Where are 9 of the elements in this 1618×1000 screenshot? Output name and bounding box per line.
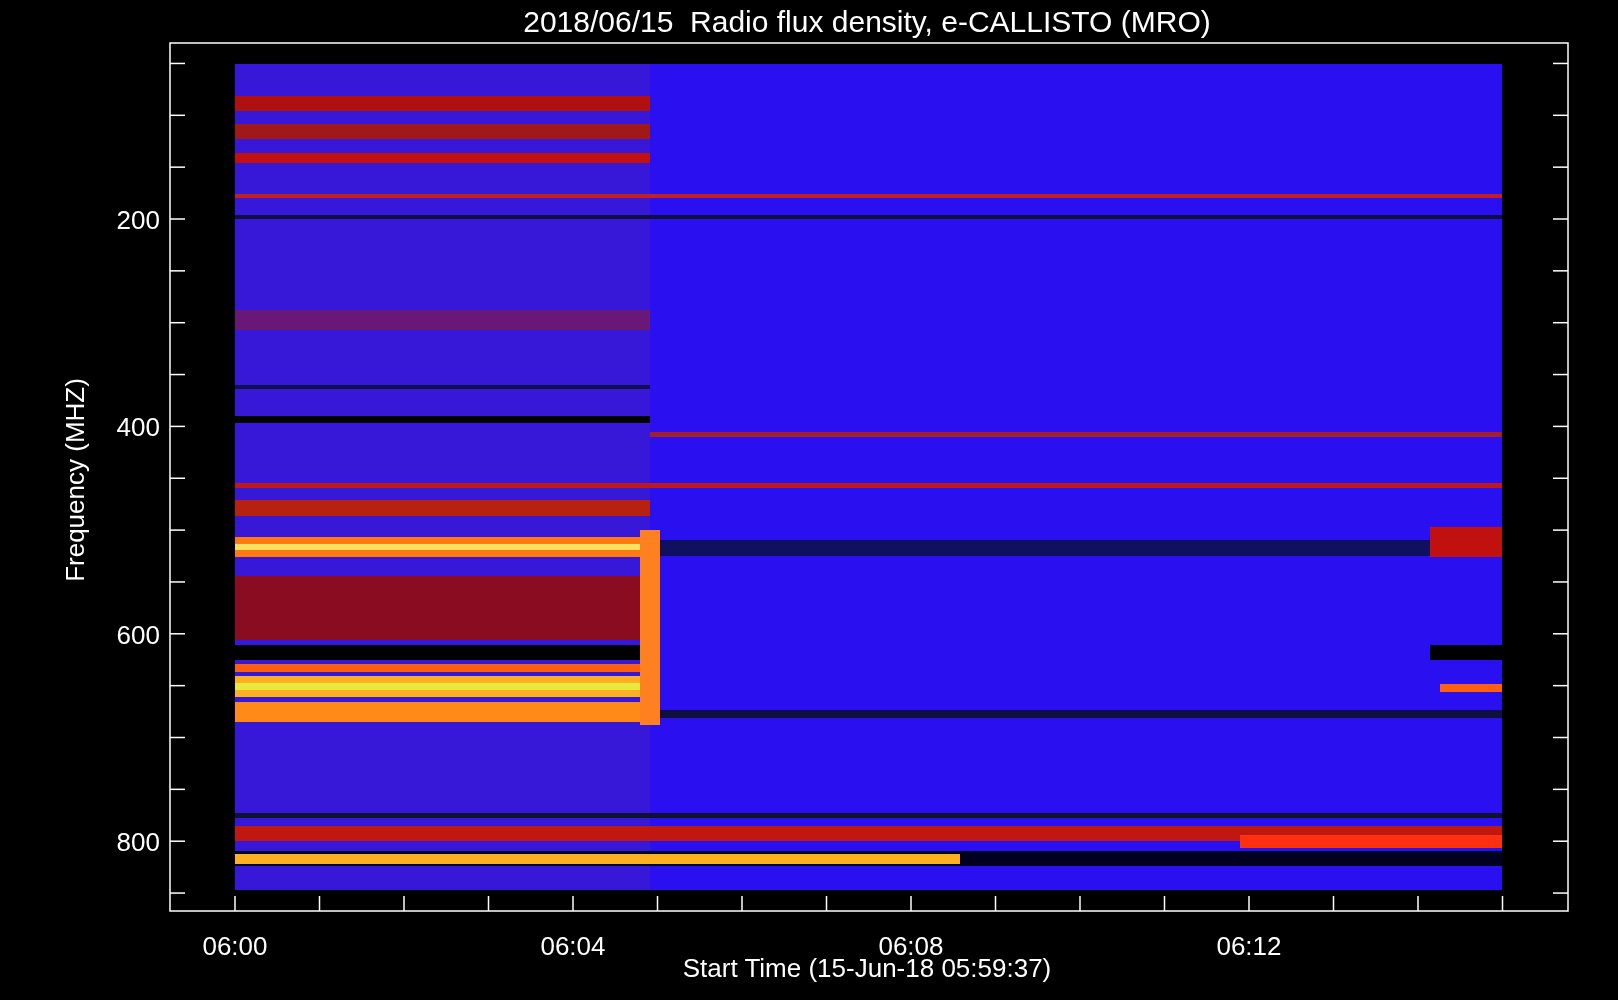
chart-title: 2018/06/15 Radio flux density, e-CALLISTO (MRO) <box>523 5 1211 38</box>
y-tick-label: 400 <box>116 412 160 443</box>
x-tick-label: 06:00 <box>202 931 268 961</box>
x-tick-label: 06:04 <box>540 931 606 961</box>
x-tick-label: 06:12 <box>1216 931 1282 961</box>
y-tick-label: 800 <box>116 827 160 858</box>
y-axis-title: Frequency (MHZ) <box>60 378 90 582</box>
y-tick-label: 200 <box>116 205 160 235</box>
y-tick-label: 600 <box>116 619 160 650</box>
